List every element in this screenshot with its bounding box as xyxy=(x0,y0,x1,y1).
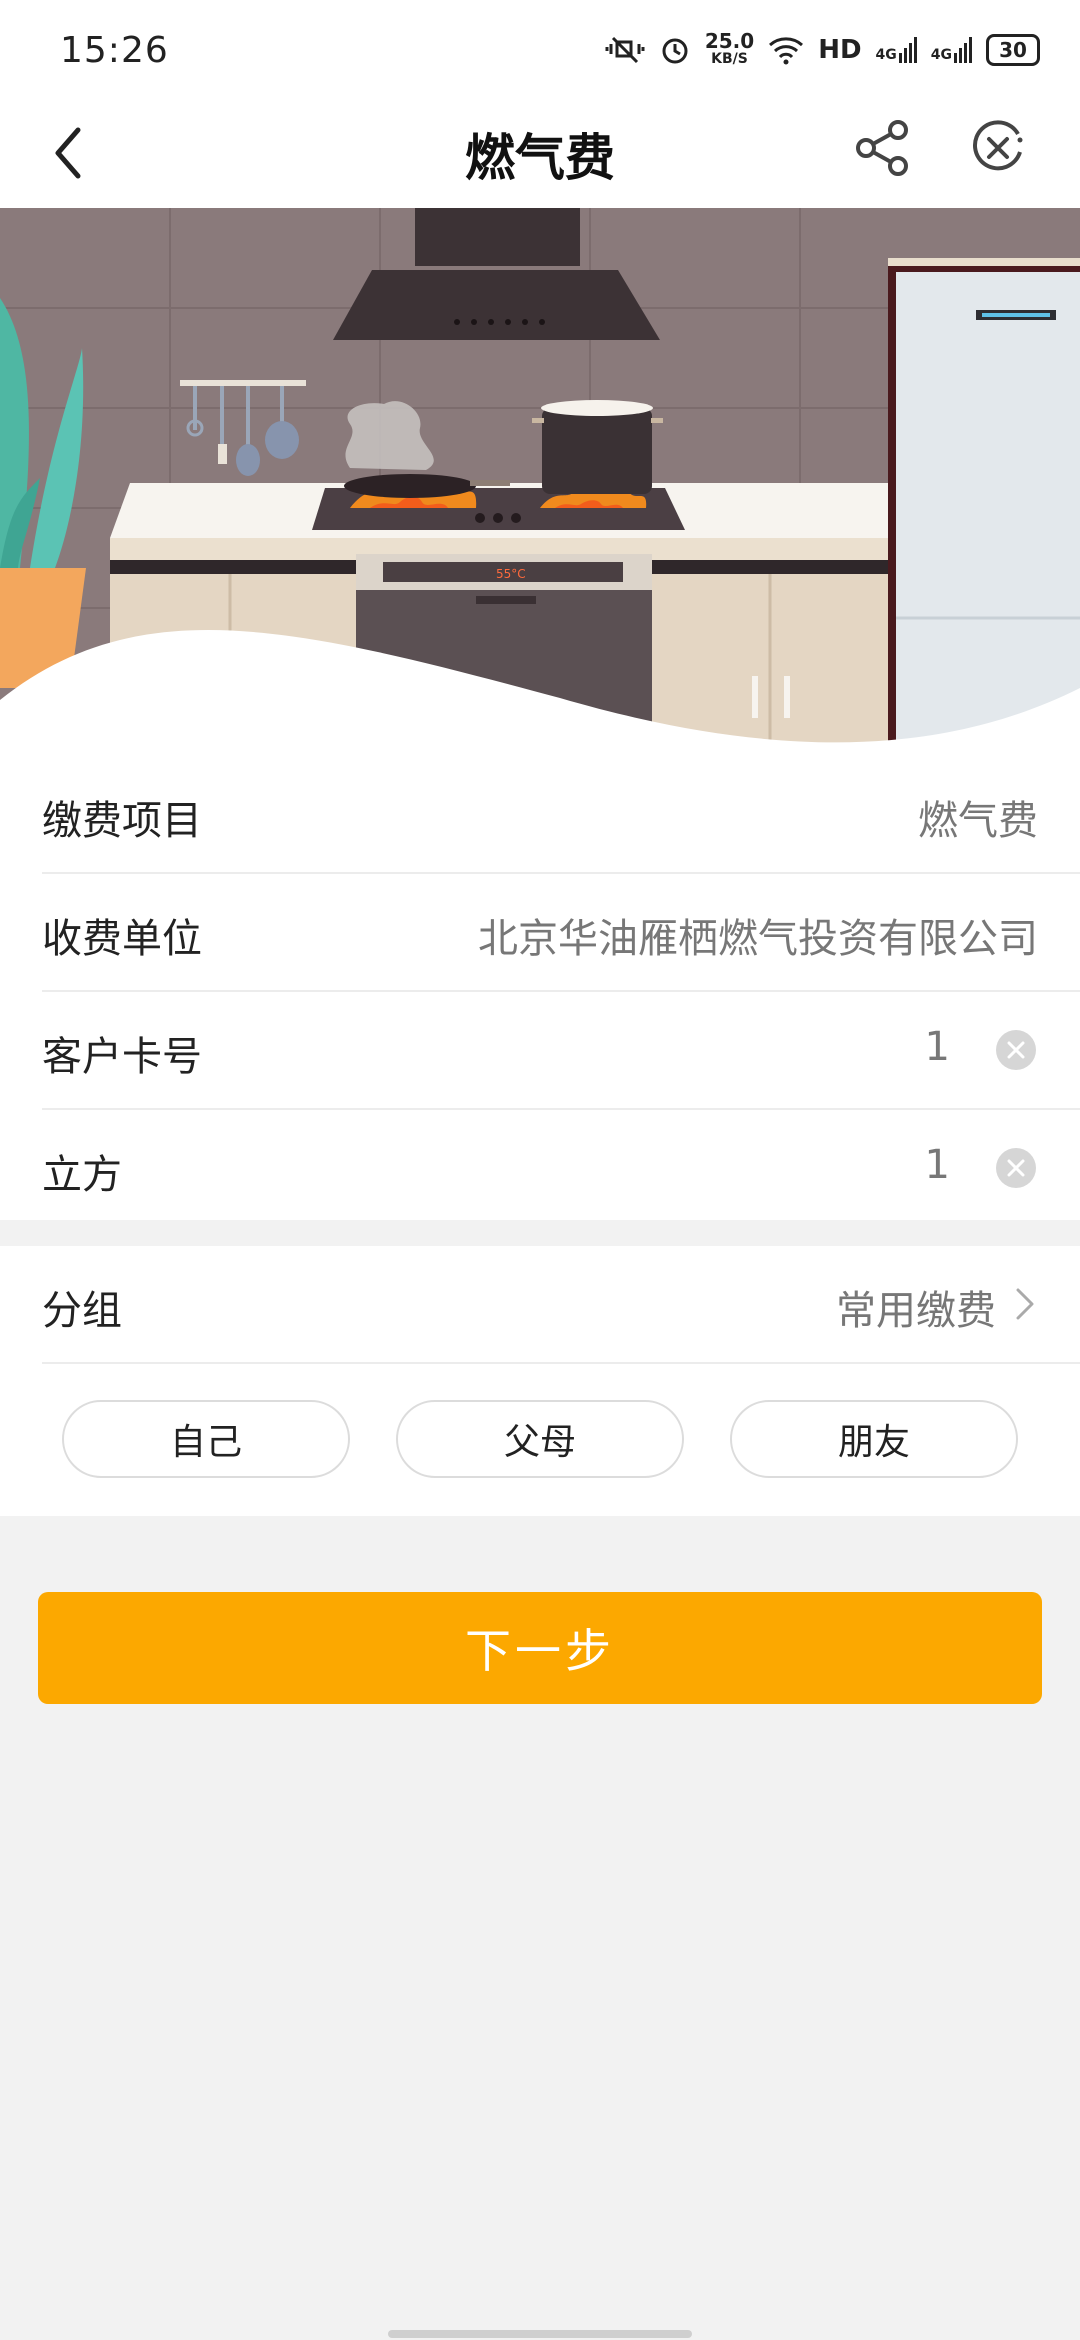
signal-4g-1: 4G xyxy=(876,37,917,63)
payment-item-value: 燃气费 xyxy=(918,798,1038,844)
chip-parents[interactable]: 父母 xyxy=(396,1400,684,1478)
customer-card-input[interactable]: 1 xyxy=(925,1024,950,1070)
next-step-button[interactable]: 下一步 xyxy=(38,1592,1042,1704)
row-payment-item: 缴费项目 燃气费 xyxy=(42,756,1080,874)
chip-friends[interactable]: 朋友 xyxy=(730,1400,1018,1478)
billing-company-label: 收费单位 xyxy=(42,916,202,962)
row-group[interactable]: 分组 常用缴费 xyxy=(42,1246,1080,1364)
home-indicator xyxy=(388,2330,692,2338)
net-speed: 25.0 KB/S xyxy=(704,29,755,68)
clear-card-button[interactable] xyxy=(996,1030,1036,1070)
oven-display: 55°C xyxy=(496,567,526,581)
chip-self[interactable]: 自己 xyxy=(62,1400,350,1478)
status-time: 15:26 xyxy=(60,30,169,71)
customer-card-label: 客户卡号 xyxy=(42,1034,202,1080)
group-chips: 自己 父母 朋友 xyxy=(0,1364,1080,1516)
share-icon xyxy=(856,120,908,176)
clear-icon xyxy=(1007,1041,1025,1059)
wifi-icon xyxy=(769,37,804,65)
row-customer-card[interactable]: 客户卡号 1 xyxy=(42,992,1080,1110)
hd-label: HD xyxy=(818,35,862,65)
signal-bars-icon xyxy=(898,37,917,63)
group-card: 分组 常用缴费 自己 父母 朋友 xyxy=(0,1246,1080,1516)
status-bar: 15:26 25.0 KB/S HD 4G 4G 30 xyxy=(0,0,1080,100)
row-billing-company: 收费单位 北京华油雁栖燃气投资有限公司 xyxy=(42,874,1080,992)
kitchen-banner: 55°C xyxy=(0,208,1080,756)
page-title: 燃气费 xyxy=(465,129,615,187)
mute-vibrate-icon xyxy=(605,36,645,64)
clear-cubic-button[interactable] xyxy=(996,1148,1036,1188)
signal1-label: 4G xyxy=(875,47,897,63)
chevron-right-icon xyxy=(1016,1288,1034,1320)
signal2-label: 4G xyxy=(930,47,952,63)
close-button[interactable] xyxy=(962,112,1034,184)
group-label: 分组 xyxy=(42,1288,122,1334)
cubic-meters-input[interactable]: 1 xyxy=(925,1142,950,1188)
row-cubic-meters[interactable]: 立方 1 xyxy=(42,1110,1080,1226)
signal-4g-2: 4G xyxy=(931,37,972,63)
close-circle-icon xyxy=(973,120,1023,171)
billing-company-value: 北京华油雁栖燃气投资有限公司 xyxy=(478,916,1038,962)
clear-icon xyxy=(1007,1159,1025,1177)
net-speed-value: 25.0 xyxy=(704,29,755,53)
payment-info-card: 缴费项目 燃气费 收费单位 北京华油雁栖燃气投资有限公司 客户卡号 1 立方 1 xyxy=(0,756,1080,1220)
group-value: 常用缴费 xyxy=(836,1288,996,1334)
share-button[interactable] xyxy=(846,112,918,184)
payment-item-label: 缴费项目 xyxy=(42,798,202,844)
kitchen-illustration: 55°C xyxy=(0,208,1080,756)
battery-indicator: 30 xyxy=(986,34,1040,66)
alarm-icon xyxy=(662,38,688,64)
status-icons: 25.0 KB/S HD 4G 4G 30 xyxy=(605,29,1040,68)
cubic-meters-label: 立方 xyxy=(42,1152,122,1198)
signal-bars-icon xyxy=(954,37,972,63)
navbar: 燃气费 xyxy=(0,100,1080,208)
net-speed-unit: KB/S xyxy=(711,51,748,67)
